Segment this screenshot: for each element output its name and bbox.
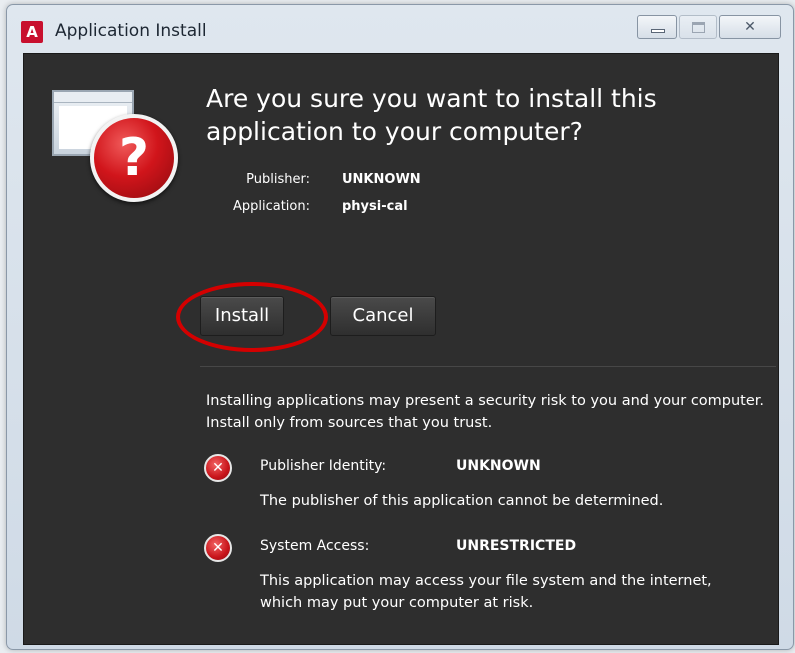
minimize-button[interactable]	[637, 15, 677, 39]
maximize-button	[679, 15, 717, 39]
risk-description-system-access: This application may access your file sy…	[260, 573, 712, 611]
install-hero: ?	[52, 90, 180, 202]
error-icon: ✕	[204, 534, 232, 562]
maximize-icon	[692, 22, 705, 33]
install-window: A Application Install ✕ ? Are you sure y…	[6, 4, 794, 650]
risk-label-system-access: System Access:	[260, 538, 370, 554]
cancel-button[interactable]: Cancel	[330, 296, 436, 336]
window-title: Application Install	[55, 21, 207, 41]
title-bar[interactable]: A Application Install ✕	[7, 5, 793, 53]
adobe-air-logo-icon: A	[21, 21, 43, 43]
risk-description-publisher-identity: The publisher of this application cannot…	[260, 493, 664, 509]
security-warning: Installing applications may present a se…	[206, 393, 765, 431]
risk-value-publisher-identity: UNKNOWN	[456, 458, 541, 474]
dialog-content: ? Are you sure you want to install this …	[23, 53, 779, 645]
close-button[interactable]: ✕	[719, 15, 781, 39]
publisher-label: Publisher:	[246, 172, 310, 187]
close-icon: ✕	[744, 19, 756, 35]
risk-value-system-access: UNRESTRICTED	[456, 538, 577, 554]
application-value: physi-cal	[342, 199, 408, 214]
risk-label-publisher-identity: Publisher Identity:	[260, 458, 387, 474]
install-button[interactable]: Install	[200, 296, 284, 336]
minimize-icon	[651, 29, 665, 33]
publisher-value: UNKNOWN	[342, 172, 421, 187]
divider	[200, 366, 776, 367]
application-label: Application:	[232, 199, 310, 214]
dialog-heading: Are you sure you want to install this ap…	[206, 84, 657, 146]
error-icon: ✕	[204, 454, 232, 482]
question-icon: ?	[90, 114, 178, 202]
